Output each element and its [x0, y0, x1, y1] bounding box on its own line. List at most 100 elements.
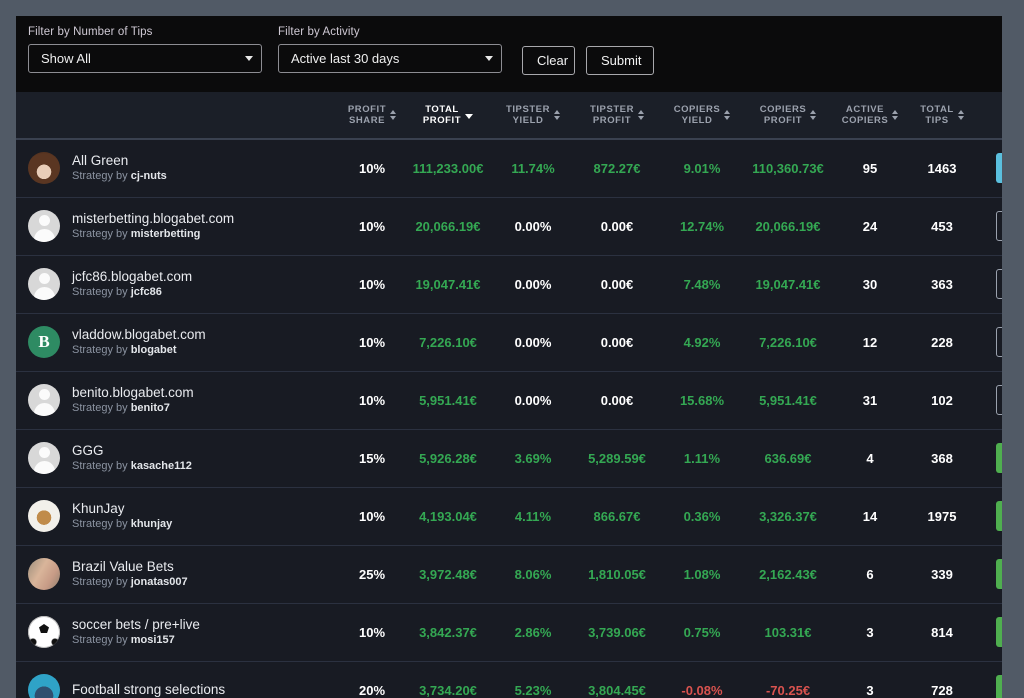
tipster-name[interactable]: misterbetting.blogabet.com — [72, 211, 234, 227]
view-strategy-button[interactable] — [996, 327, 1002, 357]
cell-total-profit: 3,972.48€ — [419, 566, 477, 582]
sort-both-icon — [810, 110, 817, 120]
tipster-author: kasache112 — [130, 460, 192, 472]
cell-profit-share: 10% — [358, 218, 386, 234]
cell-tipster-profit: 5,289.59€ — [588, 450, 646, 466]
action-cell — [978, 545, 1002, 603]
avatar: B — [28, 326, 60, 358]
cell-total-tips: 102 — [931, 392, 953, 408]
tipster-cell: jcfc86.blogabet.com Strategy by jcfc86 — [16, 255, 342, 313]
cell-copiers-profit: 5,951.41€ — [759, 392, 817, 408]
column-header-total-tips[interactable]: TOTAL TIPS — [906, 92, 978, 140]
view-strategy-button[interactable] — [996, 385, 1002, 415]
cell-total-tips: 1975 — [927, 508, 957, 524]
copy-strategy-button[interactable] — [996, 501, 1002, 531]
filter-activity-label: Filter by Activity — [278, 26, 360, 38]
column-header-copiers-profit[interactable]: COPIERS PROFIT — [742, 92, 834, 140]
clear-button[interactable]: Clear — [522, 46, 575, 75]
avatar — [28, 674, 60, 698]
tipster-strategy: Strategy by benito7 — [72, 402, 170, 414]
column-header-total-profit[interactable]: TOTAL PROFIT — [402, 92, 494, 140]
table-row[interactable]: Football strong selections 20% 3,734.20€ 5.… — [16, 661, 1002, 698]
cell-active-copiers: 6 — [866, 566, 874, 582]
tipster-cell: misterbetting.blogabet.com Strategy by mi… — [16, 197, 342, 255]
filter-activity-select[interactable]: Active last 30 days — [278, 44, 502, 73]
cell-profit-share: 10% — [358, 160, 386, 176]
manage-strategy-button[interactable] — [996, 153, 1002, 184]
cell-copiers-profit: 7,226.10€ — [759, 334, 817, 350]
tipster-author: jcfc86 — [130, 286, 162, 298]
column-header-label: TIPSTER YIELD — [506, 103, 550, 127]
cell-total-profit: 19,047.41€ — [415, 276, 481, 292]
cell-total-profit: 4,193.04€ — [419, 508, 477, 524]
tipster-name[interactable]: benito.blogabet.com — [72, 385, 194, 401]
cell-copiers-profit: 20,066.19€ — [755, 218, 821, 234]
action-cell — [978, 429, 1002, 487]
table-row[interactable]: Bvladdow.blogabet.com Strategy by blogabe… — [16, 313, 1002, 371]
view-strategy-button[interactable] — [996, 269, 1002, 299]
column-header-active-copiers[interactable]: ACTIVE COPIERS — [834, 92, 906, 140]
table-row[interactable]: GGG Strategy by kasache112 15% 5,926.28€ 3.6… — [16, 429, 1002, 487]
cell-copiers-profit: 636.69€ — [764, 450, 812, 466]
tipster-name[interactable]: Football strong selections — [72, 682, 225, 698]
cell-active-copiers: 30 — [862, 276, 878, 292]
cell-tipster-profit: 1,810.05€ — [588, 566, 646, 582]
tipster-name[interactable]: jcfc86.blogabet.com — [72, 269, 192, 285]
table-header-row: PROFIT SHARE TOTAL PROFIT TIPSTER YIELD TIPSTE… — [16, 92, 1002, 140]
table-row[interactable]: benito.blogabet.com Strategy by benito7 10… — [16, 371, 1002, 429]
filter-activity-value: Active last 30 days — [291, 51, 400, 66]
column-header-copiers-yield[interactable]: COPIERS YIELD — [662, 92, 742, 140]
table-row[interactable]: All Green Strategy by cj-nuts 10% 111,233.0… — [16, 139, 1002, 197]
sort-both-icon — [957, 110, 964, 120]
table-header-spacer — [16, 92, 342, 140]
column-header-profit-share[interactable]: PROFIT SHARE — [342, 92, 402, 140]
tipster-cell: KhunJay Strategy by khunjay — [16, 487, 342, 545]
cell-tipster-profit: 872.27€ — [593, 160, 641, 176]
cell-copiers-yield: 0.75% — [683, 624, 721, 640]
cell-tipster-yield: 11.74% — [511, 160, 555, 176]
table-row[interactable]: Brazil Value Bets Strategy by jonatas007 2… — [16, 545, 1002, 603]
table-row[interactable]: misterbetting.blogabet.com Strategy by mi… — [16, 197, 1002, 255]
tipster-cell: GGG Strategy by kasache112 — [16, 429, 342, 487]
cell-copiers-profit: 110,360.73€ — [752, 160, 824, 176]
filter-tips-select[interactable]: Show All — [28, 44, 262, 73]
copy-strategy-button[interactable] — [996, 675, 1002, 698]
cell-copiers-profit: -70.25€ — [765, 682, 811, 698]
copy-strategy-button[interactable] — [996, 617, 1002, 647]
tipster-name[interactable]: vladdow.blogabet.com — [72, 327, 206, 343]
cell-copiers-yield: -0.08% — [681, 682, 723, 698]
view-strategy-button[interactable] — [996, 211, 1002, 241]
table-row[interactable]: soccer bets / pre+live Strategy by mosi15… — [16, 603, 1002, 661]
cell-tipster-profit: 0.00€ — [600, 334, 634, 350]
cell-tipster-yield: 0.00% — [514, 392, 552, 408]
submit-button[interactable]: Submit — [586, 46, 654, 75]
action-cell — [978, 603, 1002, 661]
tipster-name[interactable]: All Green — [72, 153, 167, 169]
tipster-name[interactable]: Brazil Value Bets — [72, 559, 188, 575]
column-header-tipster-profit[interactable]: TIPSTER PROFIT — [572, 92, 662, 140]
cell-tipster-profit: 3,804.45€ — [588, 682, 646, 698]
tipster-strategy: Strategy by jonatas007 — [72, 576, 188, 588]
cell-total-tips: 228 — [931, 334, 953, 350]
cell-copiers-profit: 19,047.41€ — [755, 276, 821, 292]
table-row[interactable]: jcfc86.blogabet.com Strategy by jcfc86 10%… — [16, 255, 1002, 313]
copy-strategy-button[interactable] — [996, 559, 1002, 589]
cell-tipster-yield: 0.00% — [514, 334, 552, 350]
tipster-name[interactable]: soccer bets / pre+live — [72, 617, 200, 633]
cell-tipster-yield: 8.06% — [514, 566, 552, 582]
table-header: PROFIT SHARE TOTAL PROFIT TIPSTER YIELD TIPSTE… — [16, 92, 1002, 140]
cell-total-profit: 5,926.28€ — [419, 450, 477, 466]
tipster-name[interactable]: KhunJay — [72, 501, 172, 517]
filter-group-activity: Filter by Activity Active last 30 days — [278, 26, 502, 73]
avatar — [28, 384, 60, 416]
filter-tips-label: Filter by Number of Tips — [28, 26, 153, 38]
avatar — [28, 152, 60, 185]
tipster-name[interactable]: GGG — [72, 443, 192, 459]
cell-active-copiers: 31 — [862, 392, 878, 408]
cell-total-tips: 453 — [931, 218, 953, 234]
table-row[interactable]: KhunJay Strategy by khunjay 10% 4,193.04€ 4.… — [16, 487, 1002, 545]
column-header-tipster-yield[interactable]: TIPSTER YIELD — [494, 92, 572, 140]
chevron-down-icon — [245, 56, 253, 61]
copy-strategy-button[interactable] — [996, 443, 1002, 473]
cell-copiers-yield: 4.92% — [683, 334, 721, 350]
